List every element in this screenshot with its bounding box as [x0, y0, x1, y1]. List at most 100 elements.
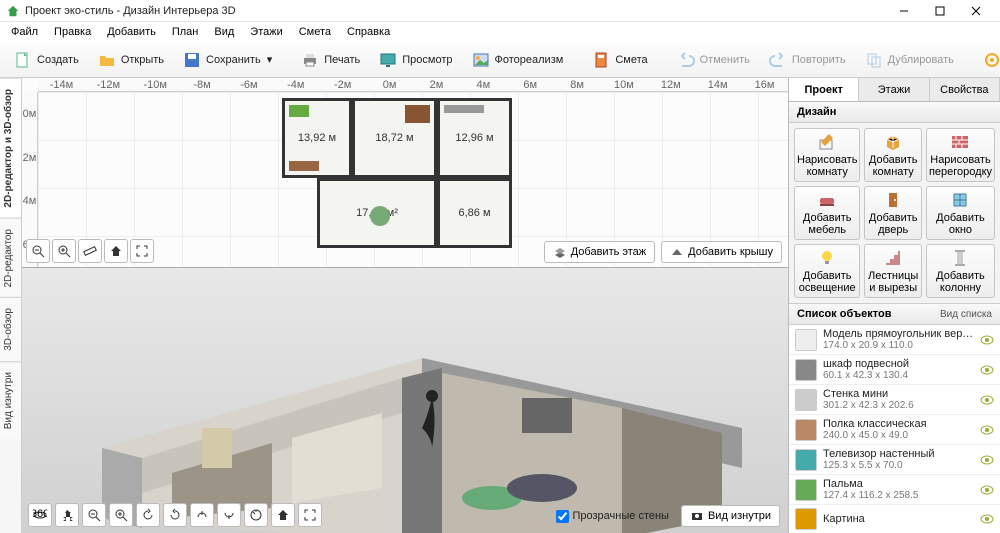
redo-button[interactable]: Повторить — [761, 46, 853, 74]
monitor-icon — [378, 50, 398, 70]
draw-partition-button[interactable]: Нарисовать перегородку — [926, 128, 995, 182]
list-item[interactable]: Модель прямоугольник вертик...174.0 x 20… — [789, 325, 1000, 355]
right-panel: Проект Этажи Свойства Дизайн Нарисовать … — [788, 78, 1000, 533]
zoom-in-3d-button[interactable] — [109, 503, 133, 527]
tilt-down-button[interactable] — [217, 503, 241, 527]
estimate-button[interactable]: Смета — [584, 46, 654, 74]
open-button[interactable]: Открыть — [90, 46, 171, 74]
brick-wall-icon — [949, 131, 971, 153]
toolbar: Создать Открыть Сохранить▾ Печать Просмо… — [0, 42, 1000, 78]
fit-button[interactable] — [130, 239, 154, 263]
settings-button[interactable] — [975, 46, 1000, 74]
fit-3d-button[interactable] — [298, 503, 322, 527]
zoom-in-button[interactable] — [52, 239, 76, 263]
folder-open-icon — [97, 50, 117, 70]
minimize-button[interactable] — [886, 1, 922, 21]
vtab-2d[interactable]: 2D-редактор — [0, 218, 21, 298]
measure-button[interactable] — [78, 239, 102, 263]
add-floor-button[interactable]: Добавить этаж — [544, 241, 655, 263]
orbit-button[interactable]: 360 — [28, 503, 52, 527]
vtab-3d[interactable]: 3D-обзор — [0, 297, 21, 361]
menu-edit[interactable]: Правка — [47, 24, 98, 40]
print-button[interactable]: Печать — [293, 46, 367, 74]
add-door-button[interactable]: Добавить дверь — [864, 186, 922, 240]
transparent-walls-checkbox[interactable]: Прозрачные стены — [556, 510, 669, 523]
create-button[interactable]: Создать — [6, 46, 86, 74]
photorealism-button[interactable]: Фотореализм — [464, 46, 571, 74]
vtab-inside[interactable]: Вид изнутри — [0, 361, 21, 439]
pan-button[interactable] — [55, 503, 79, 527]
stairs-icon — [882, 247, 904, 269]
rotate-left-button[interactable] — [136, 503, 160, 527]
tab-properties[interactable]: Свойства — [930, 78, 1000, 101]
visibility-icon[interactable] — [980, 423, 994, 437]
tab-project[interactable]: Проект — [789, 78, 859, 101]
floor-buttons: Добавить этаж Добавить крышу — [544, 241, 782, 263]
draw-room-button[interactable]: Нарисовать комнату — [794, 128, 860, 182]
editor-2d[interactable]: -14м-12м-10м-8м-6м-4м-2м0м2м4м6м8м10м12м… — [22, 78, 788, 268]
menu-floors[interactable]: Этажи — [243, 24, 289, 40]
object-thumb — [795, 449, 817, 471]
inside-view-button[interactable]: Вид изнутри — [681, 505, 780, 527]
menu-estimate[interactable]: Смета — [292, 24, 338, 40]
visibility-icon[interactable] — [980, 453, 994, 467]
menu-plan[interactable]: План — [165, 24, 206, 40]
save-button[interactable]: Сохранить▾ — [175, 46, 279, 74]
menu-view[interactable]: Вид — [207, 24, 241, 40]
ruler-horizontal: -14м-12м-10м-8м-6м-4м-2м0м2м4м6м8м10м12м… — [38, 78, 788, 92]
object-list-header: Список объектов Вид списка — [789, 303, 1000, 325]
vertical-tabs: 2D-редактор и 3D-обзор 2D-редактор 3D-об… — [0, 78, 22, 533]
home-3d-button[interactable] — [271, 503, 295, 527]
add-column-button[interactable]: Добавить колонну — [926, 244, 995, 298]
undo-button[interactable]: Отменить — [669, 46, 757, 74]
cube-add-icon — [882, 131, 904, 153]
add-room-button[interactable]: Добавить комнату — [864, 128, 922, 182]
list-view-mode[interactable]: Вид списка — [940, 309, 992, 320]
reset-view-button[interactable] — [244, 503, 268, 527]
window-icon — [949, 189, 971, 211]
visibility-icon[interactable] — [980, 512, 994, 526]
list-item[interactable]: шкаф подвесной60.1 x 42.3 x 130.4 — [789, 355, 1000, 385]
list-item[interactable]: Пальма127.4 x 116.2 x 258.5 — [789, 475, 1000, 505]
visibility-icon[interactable] — [980, 333, 994, 347]
visibility-icon[interactable] — [980, 363, 994, 377]
list-item[interactable]: Телевизор настенный125.3 x 5.5 x 70.0 — [789, 445, 1000, 475]
menu-help[interactable]: Справка — [340, 24, 397, 40]
close-button[interactable] — [958, 1, 994, 21]
object-thumb — [795, 419, 817, 441]
object-thumb — [795, 329, 817, 351]
home-button[interactable] — [104, 239, 128, 263]
menubar: Файл Правка Добавить План Вид Этажи Смет… — [0, 22, 1000, 42]
view-3d-right-controls: Прозрачные стены Вид изнутри — [556, 505, 781, 527]
new-file-icon — [13, 50, 33, 70]
add-furniture-button[interactable]: Добавить мебель — [794, 186, 860, 240]
menu-file[interactable]: Файл — [4, 24, 45, 40]
svg-text:360: 360 — [33, 508, 47, 520]
tilt-up-button[interactable] — [190, 503, 214, 527]
duplicate-button[interactable]: Дублировать — [857, 46, 961, 74]
floorplan[interactable]: 13,92 м 18,72 м 12,96 м 17,65 м² 6,86 м — [282, 98, 512, 248]
add-roof-button[interactable]: Добавить крышу — [661, 241, 782, 263]
visibility-icon[interactable] — [980, 393, 994, 407]
maximize-button[interactable] — [922, 1, 958, 21]
tab-floors[interactable]: Этажи — [859, 78, 929, 101]
zoom-out-button[interactable] — [26, 239, 50, 263]
titlebar: Проект эко-стиль - Дизайн Интерьера 3D — [0, 0, 1000, 22]
menu-add[interactable]: Добавить — [100, 24, 163, 40]
list-item[interactable]: Картина — [789, 505, 1000, 533]
visibility-icon[interactable] — [980, 483, 994, 497]
zoom-out-3d-button[interactable] — [82, 503, 106, 527]
rotate-right-button[interactable] — [163, 503, 187, 527]
add-window-button[interactable]: Добавить окно — [926, 186, 995, 240]
list-item[interactable]: Стенка мини301.2 x 42.3 x 202.6 — [789, 385, 1000, 415]
vtab-2d-3d[interactable]: 2D-редактор и 3D-обзор — [0, 78, 21, 218]
add-lighting-button[interactable]: Добавить освещение — [794, 244, 860, 298]
preview-button[interactable]: Просмотр — [371, 46, 459, 74]
redo-icon — [768, 50, 788, 70]
object-list[interactable]: Модель прямоугольник вертик...174.0 x 20… — [789, 325, 1000, 533]
view-3d[interactable]: 360 Прозрачные стены Вид изнутри — [22, 268, 788, 533]
editor-2d-tools — [26, 239, 154, 263]
list-item[interactable]: Полка классическая240.0 x 45.0 x 49.0 — [789, 415, 1000, 445]
pencil-room-icon — [816, 131, 838, 153]
stairs-button[interactable]: Лестницы и вырезы — [864, 244, 922, 298]
